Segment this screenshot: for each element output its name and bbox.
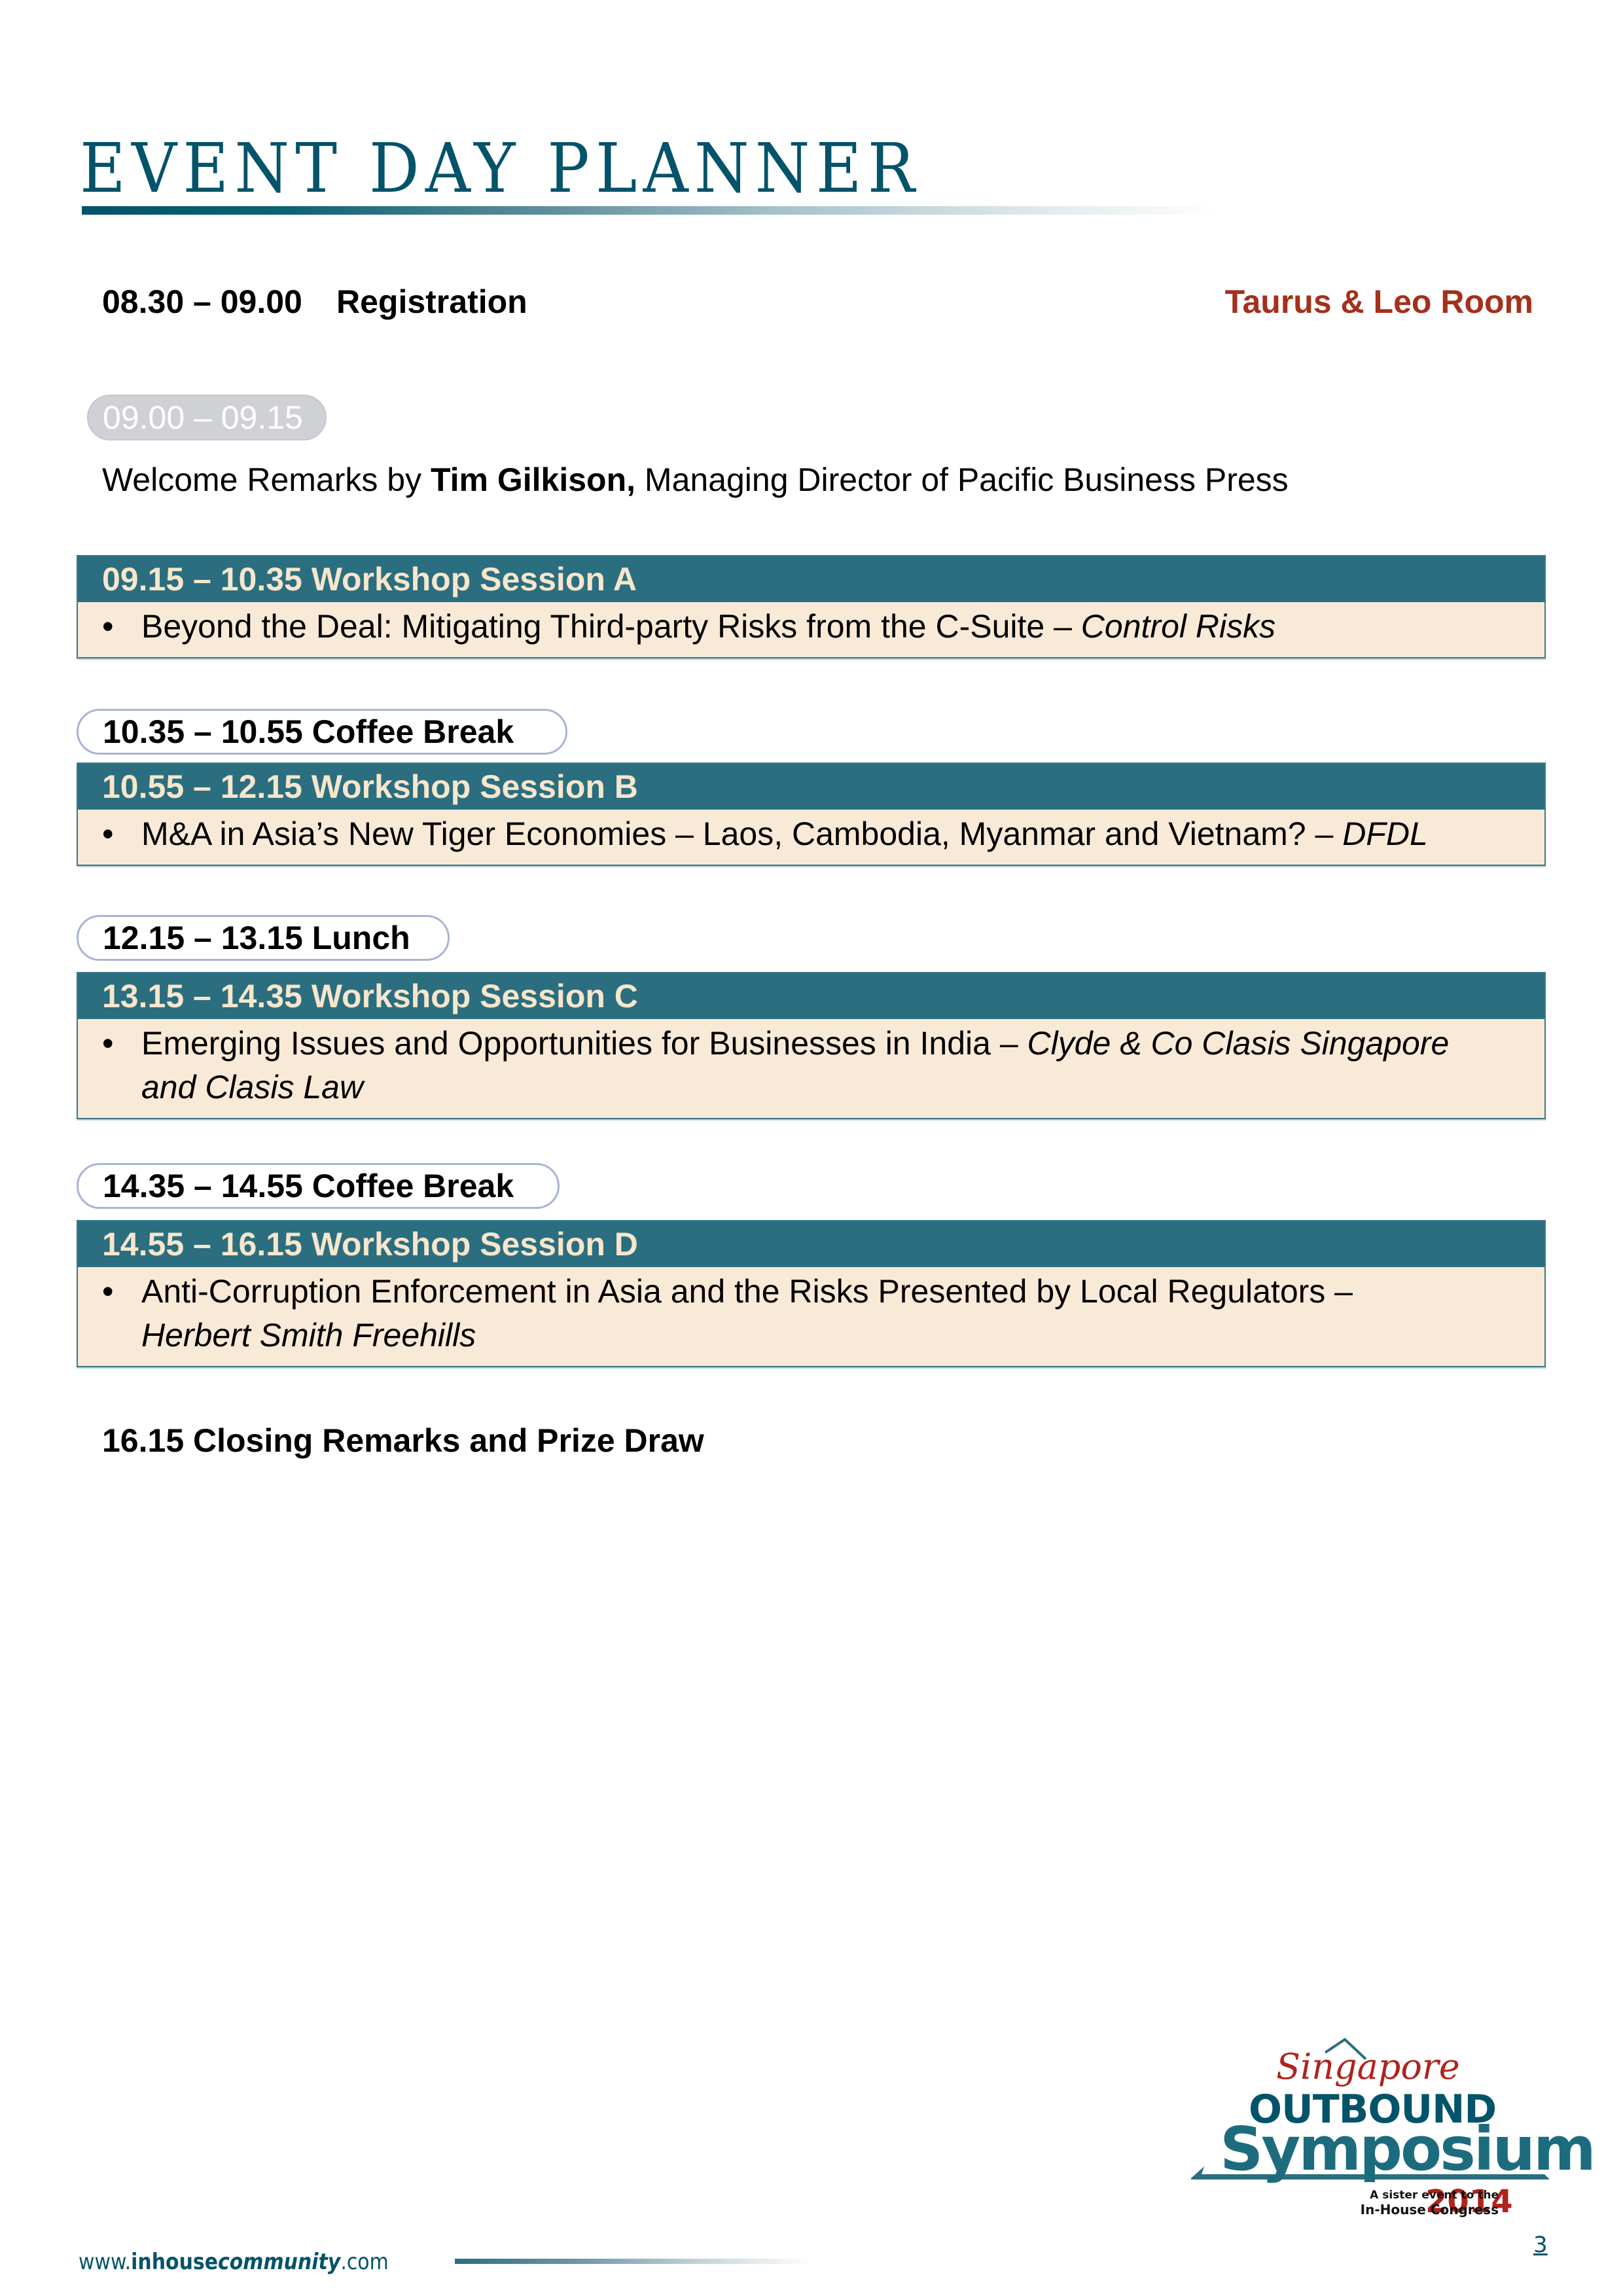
coffee-break-pill: 14.35 – 14.55 Coffee Break <box>77 1163 560 1209</box>
session-heading: 09.15 – 10.35 Workshop Session A <box>78 556 1544 602</box>
url-italic: community <box>218 2249 341 2275</box>
footer-url-link[interactable]: www.inhousecommunity.com <box>79 2249 389 2275</box>
logo-symposium: Symposium <box>1220 2114 1596 2184</box>
url-prefix: www. <box>79 2249 132 2275</box>
url-suffix: .com <box>340 2249 389 2275</box>
bullet-icon: • <box>102 1273 114 1310</box>
footer-gradient-rule <box>455 2259 812 2264</box>
session-topic: M&A in Asia’s New Tiger Economies – Laos… <box>141 816 1343 852</box>
symposium-logo: Singapore OUTBOUND Symposium 2014 A sist… <box>1178 2034 1596 2231</box>
logo-singapore: Singapore <box>1276 2046 1460 2087</box>
page-number: 3 <box>1533 2232 1548 2258</box>
workshop-session-c: 13.15 – 14.35 Workshop Session C • Emergi… <box>77 972 1546 1119</box>
url-bold: inhouse <box>131 2249 219 2275</box>
registration-time: 08.30 – 09.00 <box>102 283 302 320</box>
workshop-session-a: 09.15 – 10.35 Workshop Session A • Beyond… <box>77 555 1546 658</box>
page-title: EVENT DAY PLANNER <box>80 128 921 208</box>
coffee-break-pill: 10.35 – 10.55 Coffee Break <box>77 709 567 755</box>
welcome-prefix: Welcome Remarks by <box>102 461 431 498</box>
logo-tagline-line1: A sister event to the <box>1370 2189 1499 2202</box>
registration-label: Registration <box>336 283 527 320</box>
session-body: • Emerging Issues and Opportunities for B… <box>78 1019 1544 1120</box>
session-presenter: Herbert Smith Freehills <box>141 1317 476 1354</box>
session-heading: 14.55 – 16.15 Workshop Session D <box>78 1221 1544 1267</box>
session-topic: Emerging Issues and Opportunities for Bu… <box>141 1025 1027 1062</box>
closing-remarks: 16.15 Closing Remarks and Prize Draw <box>102 1422 704 1459</box>
welcome-remarks: Welcome Remarks by Tim Gilkison, Managin… <box>102 461 1289 499</box>
workshop-session-b: 10.55 – 12.15 Workshop Session B • M&A in… <box>77 762 1546 866</box>
welcome-suffix: Managing Director of Pacific Business Pr… <box>635 461 1289 498</box>
workshop-session-d: 14.55 – 16.15 Workshop Session D • Anti-C… <box>77 1220 1546 1367</box>
session-body: • M&A in Asia’s New Tiger Economies – Lao… <box>78 810 1544 867</box>
session-body: • Beyond the Deal: Mitigating Third-party… <box>78 602 1544 659</box>
title-gradient-rule <box>82 206 1221 215</box>
session-presenter: DFDL <box>1342 816 1428 852</box>
bullet-icon: • <box>102 1025 114 1062</box>
welcome-speaker: Tim Gilkison, <box>430 461 636 498</box>
session-topic: Beyond the Deal: Mitigating Third-party … <box>141 608 1081 645</box>
welcome-time-pill: 09.00 – 09.15 <box>87 395 327 440</box>
lunch-pill: 12.15 – 13.15 Lunch <box>77 915 450 961</box>
logo-tagline-line2: In-House Congress <box>1360 2202 1499 2217</box>
session-topic: Anti-Corruption Enforcement in Asia and … <box>141 1273 1353 1310</box>
bullet-icon: • <box>102 816 114 852</box>
session-body: • Anti-Corruption Enforcement in Asia and… <box>78 1267 1544 1368</box>
registration-room: Taurus & Leo Room <box>1224 283 1533 320</box>
session-presenter: Control Risks <box>1080 608 1276 645</box>
bullet-icon: • <box>102 608 114 645</box>
session-heading: 13.15 – 14.35 Workshop Session C <box>78 973 1544 1019</box>
session-heading: 10.55 – 12.15 Workshop Session B <box>78 764 1544 810</box>
logo-tagline: A sister event to the In-House Congress <box>1361 2188 1499 2217</box>
